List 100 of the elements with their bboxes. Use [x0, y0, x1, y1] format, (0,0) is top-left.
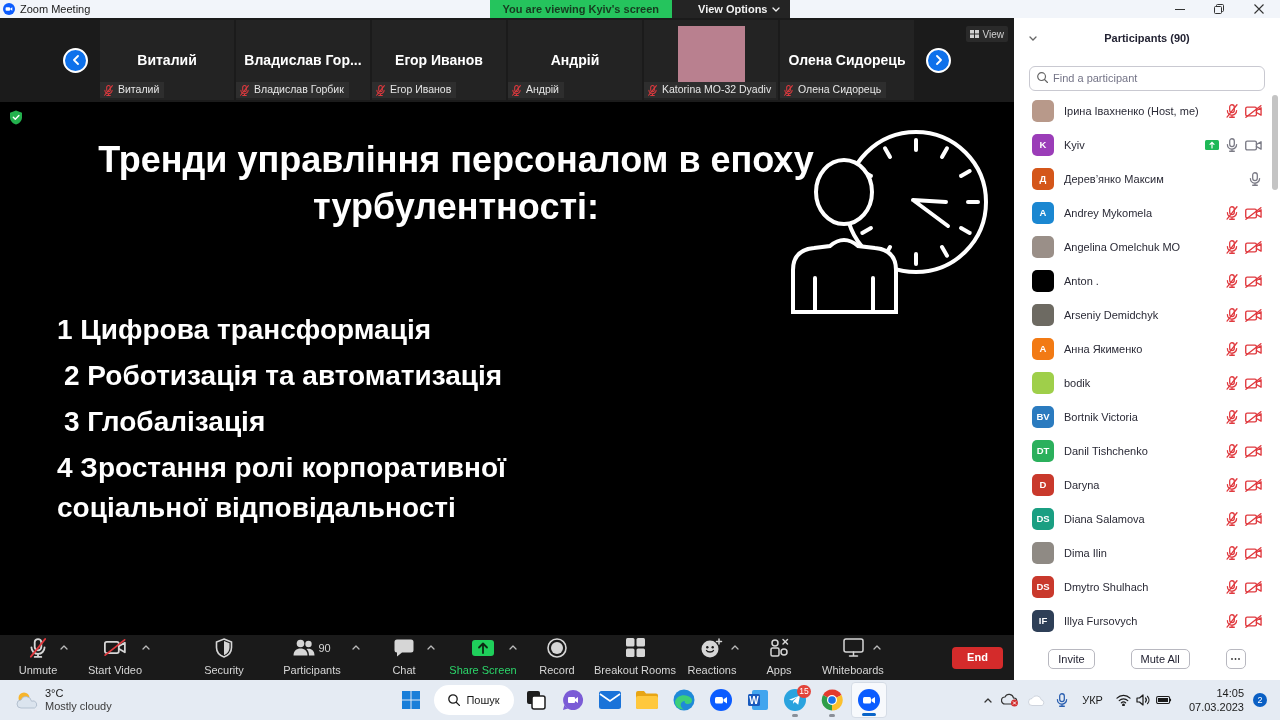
- envelope-icon: [599, 691, 621, 709]
- participant-name: Andrey Mykomela: [1064, 205, 1154, 221]
- minimize-icon: [1174, 8, 1185, 10]
- avatar: A: [1032, 202, 1054, 224]
- end-meeting-button[interactable]: End: [952, 646, 1003, 669]
- avatar: BV: [1032, 406, 1054, 428]
- participant-name: Danil Tishchenko: [1064, 443, 1149, 459]
- participant-search-field[interactable]: Find a participant: [1029, 65, 1265, 91]
- security-button[interactable]: Security: [199, 636, 249, 679]
- next-page-button[interactable]: [926, 47, 951, 73]
- record-button[interactable]: Record: [537, 636, 577, 679]
- panel-title: Participants (90): [1104, 30, 1190, 46]
- caret-icon[interactable]: [352, 644, 360, 650]
- panel-button[interactable]: Invite: [1048, 649, 1095, 669]
- caret-icon[interactable]: [873, 644, 881, 650]
- chevron-right-icon: [935, 55, 942, 65]
- participant-name: bodik: [1064, 375, 1092, 391]
- avatar: K: [1032, 134, 1054, 156]
- cloud-error-icon[interactable]: [1001, 693, 1020, 707]
- share-screen-button[interactable]: Share Screen: [449, 636, 517, 679]
- scrollbar-thumb[interactable]: [1272, 95, 1278, 190]
- participants-button[interactable]: 90 Participants: [280, 636, 344, 679]
- participant-name: Олена Сидорець: [788, 51, 906, 70]
- start-video-button[interactable]: Start Video: [86, 636, 144, 679]
- microphone-icon: [1055, 693, 1070, 707]
- chat-button[interactable]: Chat: [388, 636, 420, 679]
- search-icon: [1037, 72, 1048, 83]
- speaker-icon[interactable]: [1135, 694, 1151, 706]
- battery-icon[interactable]: [1155, 695, 1172, 705]
- slide-list-item: 3 Глобалізація: [63, 405, 267, 439]
- participant-name: Дерев’янко Максим: [1064, 171, 1165, 187]
- participant-label: Katorina MO-32 Dyadiv: [662, 82, 772, 98]
- taskbar-app-button[interactable]: 15: [777, 682, 813, 718]
- weather-condition: Mostly cloudy: [45, 700, 112, 713]
- whiteboards-button[interactable]: Whiteboards: [822, 636, 884, 679]
- video-camera-icon: [858, 689, 880, 711]
- slide-title: Тренди управління персоналом в епоху турбулентності:: [97, 138, 815, 229]
- participant-label: Олена Сидорець: [798, 82, 882, 98]
- participant-name: Dima Ilin: [1064, 545, 1108, 561]
- notification-count-badge[interactable]: 2: [1253, 693, 1267, 707]
- restore-icon: [1213, 4, 1224, 14]
- participant-name: Kyiv: [1064, 137, 1086, 153]
- avatar: А: [1032, 338, 1054, 360]
- reactions-button[interactable]: Reactions: [687, 636, 737, 679]
- caret-icon[interactable]: [60, 644, 68, 650]
- view-button[interactable]: View: [965, 26, 1008, 42]
- apps-icon: [769, 638, 789, 658]
- participant-name: Виталий: [137, 51, 197, 70]
- avatar: DT: [1032, 440, 1054, 462]
- clock-date: 07.03.2023: [1188, 700, 1244, 714]
- people-icon: [293, 639, 316, 657]
- round-browser-icon: [821, 689, 843, 711]
- avatar: DS: [1032, 576, 1054, 598]
- slide-list-item: 4 Зростання ролі корпоративної соціальної відповідальності: [57, 451, 508, 525]
- close-icon: [1254, 4, 1264, 14]
- view-options-button[interactable]: View Options: [672, 0, 791, 18]
- search-icon: [448, 694, 461, 706]
- video-camera-icon: [710, 689, 732, 711]
- avatar: D: [1032, 474, 1054, 496]
- caret-icon[interactable]: [142, 644, 150, 650]
- taskbar-app-button[interactable]: W: [740, 682, 776, 718]
- video-chat-icon: [562, 689, 584, 711]
- participant-name: Bortnik Victoria: [1064, 409, 1139, 425]
- participant-name: Illya Fursovych: [1064, 613, 1139, 629]
- photo-placeholder: [677, 26, 745, 82]
- unmute-button[interactable]: Unmute: [16, 636, 60, 679]
- panel-button[interactable]: Mute All: [1130, 649, 1190, 669]
- participant-name: Anton .: [1064, 273, 1100, 289]
- slide-list-item: 1 Цифрова трансформація: [57, 313, 432, 347]
- caret-icon[interactable]: [509, 644, 517, 650]
- chevron-up-icon[interactable]: [984, 697, 993, 703]
- participant-name: Dmytro Shulhach: [1064, 579, 1150, 595]
- participant-name: Владислав Гор...: [244, 51, 362, 70]
- sun-cloud-icon: [15, 691, 39, 709]
- caret-down-icon: [772, 6, 781, 12]
- taskbar-search-button[interactable]: Пошук: [434, 685, 514, 715]
- folder-icon: [636, 691, 658, 709]
- participant-name: Ірина Івахненко (Host, me): [1064, 103, 1200, 119]
- apps-button[interactable]: Apps: [764, 636, 794, 679]
- chevron-down-icon[interactable]: [1029, 35, 1037, 41]
- unread-count-badge: 15: [797, 685, 811, 698]
- breakout-rooms-button[interactable]: Breakout Rooms: [595, 636, 675, 679]
- whiteboard-icon: [842, 638, 864, 658]
- avatar: IF: [1032, 610, 1054, 632]
- more-button[interactable]: [1225, 649, 1246, 669]
- language-indicator[interactable]: УКР: [1078, 691, 1107, 709]
- screen-share-banner: You are viewing Kyiv's screen: [489, 0, 672, 18]
- participant-name: Daryna: [1064, 477, 1101, 493]
- crossed-camera-icon: [104, 639, 126, 657]
- clock-button[interactable]: 14:05 07.03.2023: [1188, 686, 1244, 714]
- record-icon: [547, 637, 567, 658]
- participant-label: Виталий: [118, 82, 160, 98]
- four-squares-icon: [625, 638, 645, 658]
- wifi-icon[interactable]: [1115, 694, 1131, 706]
- previous-page-button[interactable]: [63, 47, 88, 73]
- avatar: DS: [1032, 508, 1054, 530]
- avatar: Д: [1032, 168, 1054, 190]
- caret-icon[interactable]: [427, 644, 435, 650]
- caret-icon[interactable]: [731, 644, 739, 650]
- weather-temperature: 3°C: [45, 687, 65, 700]
